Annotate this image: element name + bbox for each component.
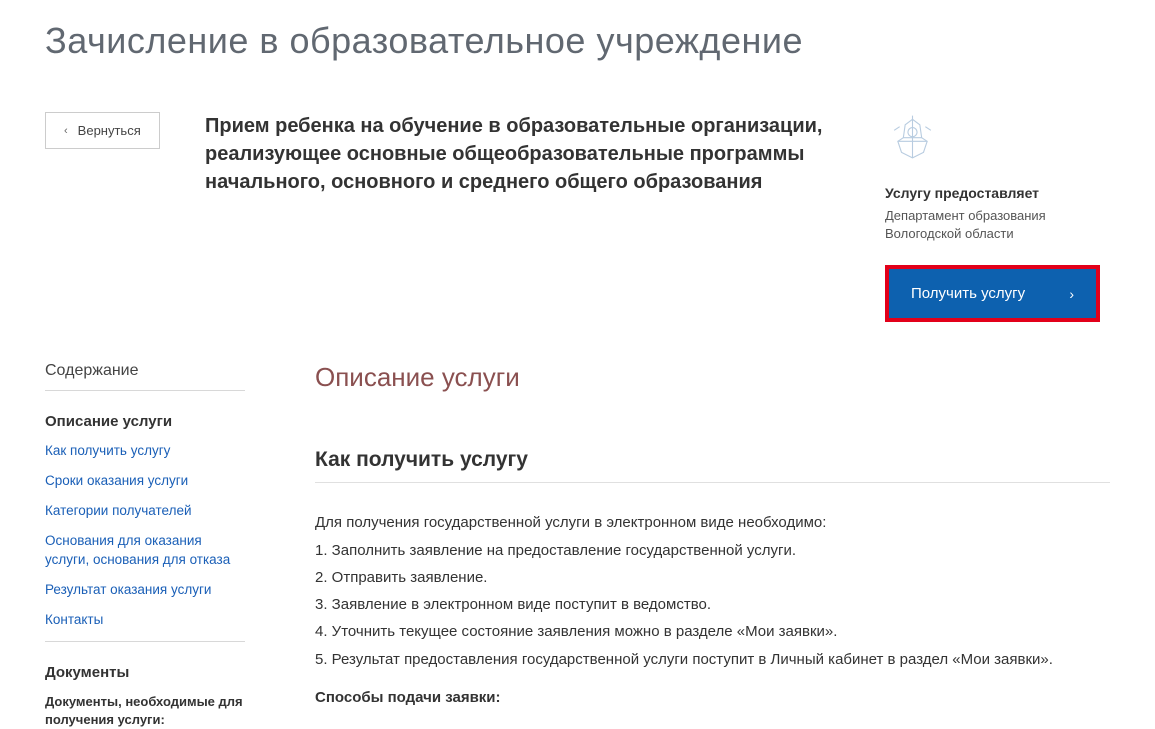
chevron-right-icon: ›	[1069, 286, 1074, 302]
toc-link-grounds[interactable]: Основания для оказания услуги, основания…	[45, 532, 245, 570]
step-text: 2. Отправить заявление.	[315, 566, 1110, 589]
emblem-icon	[885, 112, 940, 167]
service-description-title: Описание услуги	[315, 362, 1110, 393]
toc-heading-description: Описание услуги	[45, 413, 245, 430]
toc-link-timing[interactable]: Сроки оказания услуги	[45, 472, 245, 491]
back-button[interactable]: ‹ Вернуться	[45, 112, 160, 149]
divider	[315, 482, 1110, 483]
step-text: 5. Результат предоставления государствен…	[315, 648, 1110, 671]
step-text: 3. Заявление в электронном виде поступит…	[315, 593, 1110, 616]
step-text: 4. Уточнить текущее состояние заявления …	[315, 620, 1110, 643]
chevron-left-icon: ‹	[64, 125, 68, 137]
get-service-button[interactable]: Получить услугу ›	[885, 265, 1100, 322]
back-button-label: Вернуться	[78, 123, 141, 138]
section-heading-how-to-get: Как получить услугу	[315, 448, 1110, 472]
toc-link-how-to-get[interactable]: Как получить услугу	[45, 442, 245, 461]
toc-heading-documents: Документы	[45, 664, 245, 681]
submit-methods-heading: Способы подачи заявки:	[315, 689, 1110, 706]
divider	[45, 390, 245, 391]
provider-name: Департамент образования Вологодской обла…	[885, 207, 1110, 243]
toc-link-categories[interactable]: Категории получателей	[45, 502, 245, 521]
divider	[45, 641, 245, 642]
toc-title: Содержание	[45, 362, 245, 380]
service-subtitle: Прием ребенка на обучение в образователь…	[205, 112, 825, 196]
page-title: Зачисление в образовательное учреждение	[45, 20, 1110, 62]
step-text: 1. Заполнить заявление на предоставление…	[315, 539, 1110, 562]
provider-label: Услугу предоставляет	[885, 185, 1110, 201]
get-service-label: Получить услугу	[911, 285, 1025, 302]
toc-subtext-documents: Документы, необходимые для получения усл…	[45, 693, 245, 729]
toc-link-result[interactable]: Результат оказания услуги	[45, 581, 245, 600]
toc-link-contacts[interactable]: Контакты	[45, 611, 245, 630]
intro-text: Для получения государственной услуги в э…	[315, 511, 1110, 534]
